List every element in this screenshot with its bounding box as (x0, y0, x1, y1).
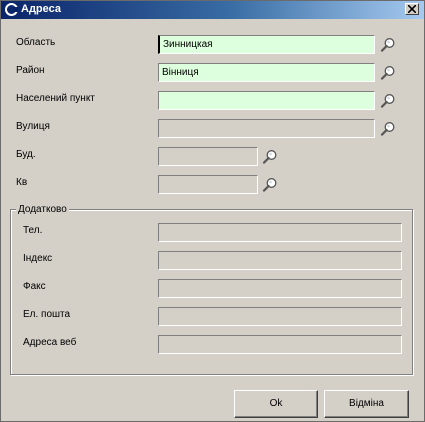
raion-label: Район (16, 65, 45, 76)
email-label: Ел. пошта (23, 309, 71, 320)
building-field[interactable] (158, 147, 258, 166)
phone-label: Тел. (23, 225, 43, 236)
cancel-button[interactable]: Відміна (324, 390, 409, 418)
settlement-label: Населений пункт (16, 93, 95, 104)
building-search-icon[interactable] (261, 148, 279, 166)
settlement-field[interactable] (158, 91, 375, 110)
apartment-search-icon[interactable] (261, 176, 279, 194)
email-field[interactable] (158, 307, 402, 326)
raion-field[interactable]: Вінниця (158, 63, 375, 82)
index-label: Індекс (23, 253, 53, 264)
fax-field[interactable] (158, 279, 402, 298)
street-label: Вулиця (16, 121, 50, 132)
raion-search-icon[interactable] (379, 64, 397, 82)
street-field[interactable] (158, 119, 375, 138)
settlement-search-icon[interactable] (379, 92, 397, 110)
building-label: Буд. (16, 149, 36, 160)
phone-field[interactable] (158, 223, 402, 242)
oblast-label: Область (16, 37, 56, 48)
index-field[interactable] (158, 251, 402, 270)
apartment-label: Кв (16, 177, 28, 188)
oblast-field[interactable]: Зинницкая (158, 35, 375, 54)
web-field[interactable] (158, 335, 402, 354)
apartment-field[interactable] (158, 175, 258, 194)
additional-group-title: Додатково (16, 204, 69, 215)
street-search-icon[interactable] (379, 120, 397, 138)
address-dialog: Адреса Область Зинницкая Район Вінниця Н… (0, 0, 425, 422)
web-label: Адреса веб (23, 337, 77, 348)
ok-button[interactable]: Ok (234, 390, 318, 418)
window-title: Адреса (21, 3, 61, 15)
fax-label: Факс (23, 281, 46, 292)
close-icon[interactable] (405, 3, 419, 15)
app-icon (5, 3, 18, 16)
title-bar[interactable]: Адреса (1, 1, 424, 19)
oblast-search-icon[interactable] (379, 36, 397, 54)
